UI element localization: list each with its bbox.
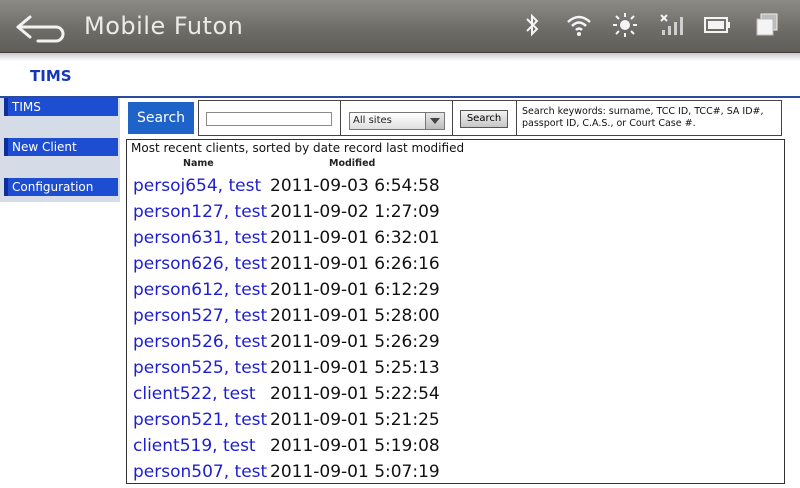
sidebar-item-label: Configuration: [12, 180, 94, 194]
table-row: person626, test 2011-09-01 6:26:16: [127, 254, 784, 280]
chevron-down-icon: [425, 113, 444, 129]
site-select-value: All sites: [353, 115, 392, 126]
sidebar-edge: [120, 98, 124, 202]
sidebar-item-label: New Client: [12, 140, 77, 154]
table-row: person526, test 2011-09-01 5:26:29: [127, 332, 784, 358]
sidebar: TIMS New Client Configuration: [0, 98, 120, 202]
table-row: person507, test 2011-09-01 5:07:19: [127, 462, 784, 488]
table-row: person612, test 2011-09-01 6:12:29: [127, 280, 784, 306]
column-header-name: Name: [183, 158, 214, 169]
client-link[interactable]: person527, test: [133, 306, 267, 326]
table-row: person631, test 2011-09-01 6:32:01: [127, 228, 784, 254]
recent-apps-icon[interactable]: [754, 12, 780, 42]
client-link[interactable]: person507, test: [133, 462, 267, 482]
client-link[interactable]: person526, test: [133, 332, 267, 352]
site-select[interactable]: All sites: [349, 112, 445, 130]
table-row: client522, test 2011-09-01 5:22:54: [127, 384, 784, 410]
client-link[interactable]: client519, test: [133, 436, 256, 456]
client-link[interactable]: person631, test: [133, 228, 267, 248]
cell-divider: [452, 101, 453, 135]
modified-date: 2011-09-01 5:28:00: [270, 306, 440, 326]
sidebar-item-configuration[interactable]: Configuration: [4, 178, 118, 196]
client-link[interactable]: person626, test: [133, 254, 267, 274]
wifi-icon: [566, 12, 592, 42]
title-bar: Mobile Futon: [0, 0, 800, 53]
search-button[interactable]: Search: [460, 110, 508, 128]
bluetooth-icon: [524, 12, 540, 42]
sidebar-item-tims[interactable]: TIMS: [4, 98, 118, 116]
modified-date: 2011-09-03 6:54:58: [270, 176, 440, 196]
brightness-icon: [612, 12, 638, 42]
modified-date: 2011-09-01 5:26:29: [270, 332, 440, 352]
modified-date: 2011-09-01 5:25:13: [270, 358, 440, 378]
sidebar-item-new-client[interactable]: New Client: [4, 138, 118, 156]
app-title: Mobile Futon: [84, 12, 244, 40]
battery-icon: [702, 12, 732, 42]
client-link[interactable]: persoj654, test: [133, 176, 261, 196]
results-panel: Most recent clients, sorted by date reco…: [126, 139, 785, 484]
client-link[interactable]: client522, test: [133, 384, 256, 404]
sidebar-item-label: TIMS: [12, 100, 41, 114]
cell-divider: [516, 101, 517, 135]
table-row: persoj654, test 2011-09-03 6:54:58: [127, 176, 784, 202]
title-shadow: [0, 53, 800, 61]
table-row: person127, test 2011-09-02 1:27:09: [127, 202, 784, 228]
search-panel: All sites Search Search keywords: surnam…: [198, 100, 782, 136]
modified-date: 2011-09-02 1:27:09: [270, 202, 440, 222]
column-header-modified: Modified: [329, 158, 376, 169]
table-row: person525, test 2011-09-01 5:25:13: [127, 358, 784, 384]
search-keywords-help: Search keywords: surname, TCC ID, TCC#, …: [522, 106, 764, 129]
client-link[interactable]: person127, test: [133, 202, 267, 222]
modified-date: 2011-09-01 5:21:25: [270, 410, 440, 430]
modified-date: 2011-09-01 6:26:16: [270, 254, 440, 274]
page-title: TIMS: [30, 67, 72, 85]
table-row: client519, test 2011-09-01 5:19:08: [127, 436, 784, 462]
results-caption: Most recent clients, sorted by date reco…: [131, 141, 465, 155]
search-input[interactable]: [206, 112, 332, 126]
client-link[interactable]: person521, test: [133, 410, 267, 430]
modified-date: 2011-09-01 5:07:19: [270, 462, 440, 482]
client-link[interactable]: person525, test: [133, 358, 267, 378]
modified-date: 2011-09-01 5:19:08: [270, 436, 440, 456]
modified-date: 2011-09-01 6:12:29: [270, 280, 440, 300]
signal-icon: [658, 12, 684, 42]
table-row: person527, test 2011-09-01 5:28:00: [127, 306, 784, 332]
back-arrow-icon[interactable]: [8, 10, 70, 44]
modified-date: 2011-09-01 6:32:01: [270, 228, 440, 248]
search-tab[interactable]: Search: [128, 102, 194, 134]
cell-divider: [340, 101, 341, 135]
client-link[interactable]: person612, test: [133, 280, 267, 300]
status-icons: [500, 0, 800, 52]
table-row: person521, test 2011-09-01 5:21:25: [127, 410, 784, 436]
modified-date: 2011-09-01 5:22:54: [270, 384, 440, 404]
